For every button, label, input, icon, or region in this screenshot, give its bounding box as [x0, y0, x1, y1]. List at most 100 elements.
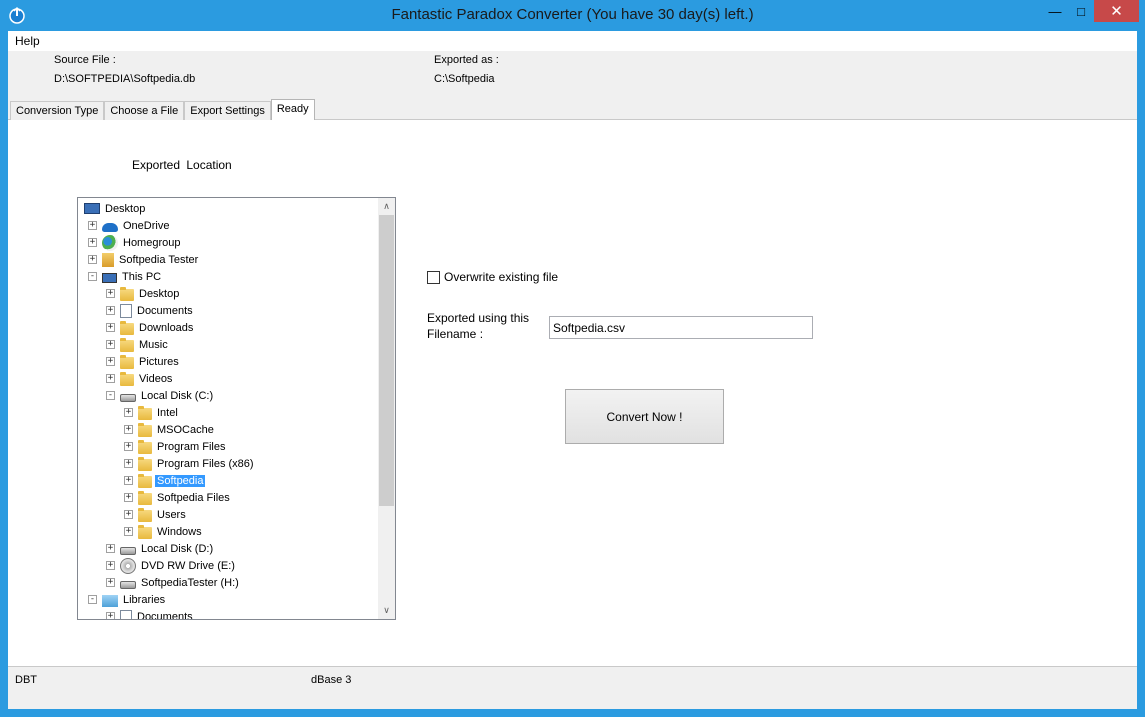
- expand-icon[interactable]: +: [124, 476, 133, 485]
- tree-node[interactable]: + MSOCache: [124, 421, 216, 438]
- expand-icon[interactable]: +: [124, 459, 133, 468]
- tree-node[interactable]: + Users: [124, 506, 188, 523]
- expand-icon[interactable]: +: [88, 238, 97, 247]
- expand-icon[interactable]: +: [88, 221, 97, 230]
- folder-icon: [138, 490, 152, 505]
- tree-node-label: DVD RW Drive (E:): [141, 559, 235, 572]
- tree-node[interactable]: + Videos: [106, 370, 174, 387]
- scroll-thumb[interactable]: [379, 215, 394, 506]
- menu-help[interactable]: Help: [15, 34, 40, 48]
- expand-icon[interactable]: +: [106, 374, 115, 383]
- close-button[interactable]: ✕: [1094, 0, 1139, 22]
- expand-icon[interactable]: +: [106, 612, 115, 619]
- expand-icon[interactable]: +: [106, 289, 115, 298]
- homegroup-icon: [102, 234, 118, 251]
- tree-node[interactable]: + Windows: [124, 523, 204, 540]
- tree-node-label: Softpedia: [155, 474, 206, 487]
- collapse-icon[interactable]: -: [106, 391, 115, 400]
- minimize-button[interactable]: —: [1042, 0, 1068, 22]
- onedrive-icon: [102, 223, 118, 232]
- tree-node[interactable]: + Program Files (x86): [124, 455, 256, 472]
- folder-tree[interactable]: Desktop + OneDrive + Homegroup + Softpedia Tes…: [77, 197, 396, 620]
- tree-node[interactable]: + Documents: [106, 608, 195, 619]
- expand-icon[interactable]: +: [124, 442, 133, 451]
- tree-node-label: Videos: [139, 372, 173, 385]
- exported-location-label: Exported Location: [132, 158, 232, 172]
- tree-node-label: Program Files (x86): [157, 457, 254, 470]
- tree-node[interactable]: + Desktop: [106, 285, 181, 302]
- tab-ready[interactable]: Ready: [270, 99, 315, 120]
- tree-node-label: Windows: [157, 525, 202, 538]
- overwrite-label: Overwrite existing file: [444, 270, 559, 284]
- tree-node[interactable]: + Softpedia Files: [124, 489, 232, 506]
- music-icon: [120, 337, 134, 352]
- expand-icon[interactable]: +: [124, 493, 133, 502]
- maximize-button[interactable]: □: [1068, 0, 1094, 22]
- tree-scrollbar[interactable]: ∧ ∨: [378, 198, 395, 619]
- tree-node[interactable]: + DVD RW Drive (E:): [106, 557, 237, 574]
- documents-icon: [120, 609, 132, 619]
- expand-icon[interactable]: +: [124, 527, 133, 536]
- filename-input[interactable]: [549, 316, 813, 339]
- libraries-icon: [102, 594, 118, 607]
- collapse-icon[interactable]: -: [88, 272, 97, 281]
- expand-icon[interactable]: +: [106, 323, 115, 332]
- expand-icon[interactable]: +: [106, 544, 115, 553]
- tree-node-label: Program Files: [157, 440, 226, 453]
- folder-open-icon: [138, 473, 152, 488]
- tree-node[interactable]: + OneDrive: [88, 217, 171, 234]
- tree-node-label: Downloads: [139, 321, 194, 334]
- tree-node-label: Desktop: [105, 202, 146, 215]
- tree-node-label: OneDrive: [123, 219, 170, 232]
- overwrite-option[interactable]: Overwrite existing file: [427, 270, 558, 284]
- expand-icon[interactable]: +: [106, 340, 115, 349]
- tree-node[interactable]: + Documents: [106, 302, 195, 319]
- tree-node[interactable]: - This PC: [88, 268, 163, 285]
- disk-icon: [120, 547, 136, 555]
- tree-node[interactable]: + Intel: [124, 404, 180, 421]
- tab-export-settings[interactable]: Export Settings: [184, 101, 271, 120]
- tree-node[interactable]: + SoftpediaTester (H:): [106, 574, 241, 591]
- tree-node[interactable]: + Local Disk (D:): [106, 540, 215, 557]
- convert-now-button[interactable]: Convert Now !: [565, 389, 724, 444]
- scroll-up-arrow-icon[interactable]: ∧: [378, 198, 395, 215]
- tab-choose-a-file[interactable]: Choose a File: [104, 101, 185, 120]
- tree-node[interactable]: + Downloads: [106, 319, 195, 336]
- tree-node[interactable]: - Local Disk (C:): [106, 387, 215, 404]
- collapse-icon[interactable]: -: [88, 595, 97, 604]
- tree-node[interactable]: + Pictures: [106, 353, 181, 370]
- tree-node[interactable]: + Homegroup: [88, 234, 182, 251]
- client-area: Help Source File : D:\SOFTPEDIA\Softpedi…: [8, 31, 1137, 709]
- exported-as-value: C:\Softpedia: [434, 73, 495, 85]
- folder-icon: [138, 422, 152, 437]
- menu-bar: Help: [8, 31, 1137, 51]
- expand-icon[interactable]: +: [124, 510, 133, 519]
- overwrite-checkbox[interactable]: [427, 270, 440, 284]
- tree-node[interactable]: + Softpedia: [124, 472, 206, 489]
- source-file-label: Source File :: [54, 54, 116, 66]
- title-bar[interactable]: Fantastic Paradox Converter (You have 30…: [0, 0, 1145, 31]
- expand-icon[interactable]: +: [88, 255, 97, 264]
- tree-node[interactable]: + Music: [106, 336, 170, 353]
- expand-icon[interactable]: +: [124, 425, 133, 434]
- expand-icon[interactable]: +: [124, 408, 133, 417]
- tree-node[interactable]: + Program Files: [124, 438, 227, 455]
- expand-icon[interactable]: +: [106, 561, 115, 570]
- tree-node-label: Intel: [157, 406, 178, 419]
- folder-icon: [138, 456, 152, 471]
- dvd-drive-icon: [120, 557, 136, 574]
- expand-icon[interactable]: +: [106, 578, 115, 587]
- documents-icon: [120, 303, 132, 318]
- tree-node[interactable]: Desktop: [84, 200, 147, 217]
- tree-node-label: Desktop: [139, 287, 180, 300]
- tree-node-label: Local Disk (D:): [141, 542, 214, 555]
- tree-node-label: This PC: [122, 270, 162, 283]
- tree-node[interactable]: - Libraries: [88, 591, 167, 608]
- folder-icon: [138, 524, 152, 539]
- expand-icon[interactable]: +: [106, 357, 115, 366]
- scroll-down-arrow-icon[interactable]: ∨: [378, 602, 395, 619]
- expand-icon[interactable]: +: [106, 306, 115, 315]
- tree-node[interactable]: + Softpedia Tester: [88, 251, 200, 268]
- pictures-icon: [120, 354, 134, 369]
- tab-conversion-type[interactable]: Conversion Type: [10, 101, 105, 120]
